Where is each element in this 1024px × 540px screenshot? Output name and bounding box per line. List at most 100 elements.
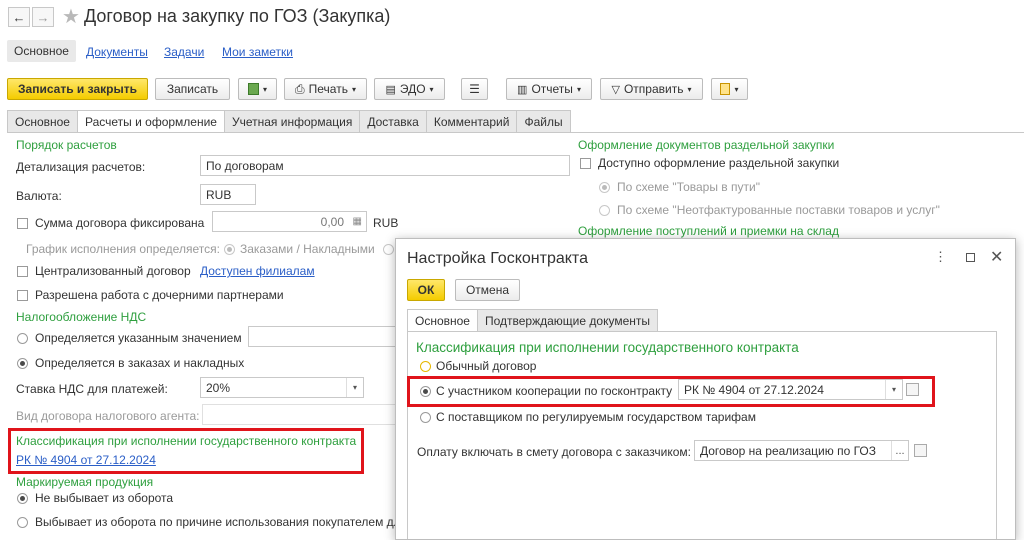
section-payment-order: Порядок расчетов [16, 138, 117, 152]
marked-radio-2[interactable] [17, 517, 28, 528]
back-button[interactable]: ← [8, 7, 30, 27]
create-based-button[interactable]: ▾ [238, 78, 277, 100]
schedule-radio[interactable] [224, 244, 235, 255]
vat-fixed-field[interactable] [248, 326, 398, 347]
arrow-left-icon: ← [12, 9, 26, 25]
forward-button[interactable]: → [32, 7, 54, 27]
nav-link-notes[interactable]: Мои заметки [222, 45, 293, 59]
centralized-label: Централизованный договор [35, 264, 191, 278]
close-icon[interactable]: ✕ [990, 247, 1003, 267]
section-marked-products: Маркируемая продукция [16, 475, 154, 489]
favorite-star-icon[interactable]: ★ [62, 4, 80, 29]
marked-option-1: Не выбывает из оборота [35, 491, 174, 505]
send-icon: ▽ [611, 83, 620, 96]
tab-accounting[interactable]: Учетная информация [223, 110, 361, 132]
edo-button[interactable]: ▤ ЭДО ▾ [374, 78, 445, 100]
send-button[interactable]: ▽ Отправить ▾ [600, 78, 703, 100]
section-separate-purchase: Оформление документов раздельной закупки [578, 138, 835, 152]
dialog-tab-documents[interactable]: Подтверждающие документы [476, 309, 658, 331]
payment-field[interactable]: Договор на реализацию по ГОЗ ... [694, 440, 909, 461]
cancel-button[interactable]: Отмена [455, 279, 520, 301]
regular-contract-radio[interactable] [420, 361, 431, 372]
separate-purchase-checkbox[interactable] [580, 158, 591, 169]
chevron-down-icon: ▾ [687, 84, 692, 94]
edo-icon: ▤ [385, 83, 396, 96]
fixed-sum-checkbox[interactable] [17, 218, 28, 229]
ok-button[interactable]: ОК [407, 279, 445, 301]
schedule-radio-2[interactable] [383, 244, 394, 255]
chevron-down-icon: ▾ [576, 84, 581, 94]
nav-link-documents[interactable]: Документы [86, 45, 148, 59]
printer-icon: ⎙ [295, 81, 305, 96]
separate-purchase-label: Доступно оформление раздельной закупки [598, 156, 840, 170]
more-icon[interactable]: ⋮ [934, 249, 947, 265]
attachment-icon [720, 83, 731, 95]
highlight-frame-left [8, 428, 364, 474]
marked-radio-1[interactable] [17, 493, 28, 504]
dialog-tab-main[interactable]: Основное [407, 309, 478, 332]
reports-icon: ▥ [517, 83, 528, 96]
scheme-option-2: По схеме "Неотфактурованные поставки тов… [617, 203, 940, 217]
fixed-sum-currency: RUB [373, 216, 399, 230]
chevron-down-icon: ▾ [734, 84, 739, 94]
regular-contract-label: Обычный договор [436, 359, 537, 373]
scheme-radio-1[interactable] [599, 182, 610, 193]
marked-option-2: Выбывает из оборота по причине использов… [35, 515, 395, 529]
save-close-button[interactable]: Записать и закрыть [7, 78, 148, 100]
tab-delivery[interactable]: Доставка [359, 110, 427, 132]
tab-files[interactable]: Файлы [516, 110, 571, 132]
maximize-icon[interactable] [966, 253, 975, 262]
reports-button[interactable]: ▥ Отчеты ▾ [506, 78, 592, 100]
nav-link-main[interactable]: Основное [7, 40, 76, 62]
tab-comment[interactable]: Комментарий [425, 110, 518, 132]
schedule-option: Заказами / Накладными [240, 242, 375, 256]
highlight-frame-dialog [407, 376, 935, 407]
nav-link-tasks[interactable]: Задачи [164, 45, 204, 59]
open-icon[interactable] [912, 442, 929, 459]
dialog-title: Настройка Госконтракта [407, 250, 588, 267]
dialog-tabs: Основное Подтверждающие документы [407, 309, 658, 332]
detail-field[interactable]: По договорам [200, 155, 570, 176]
arrow-right-icon: → [36, 9, 50, 25]
tab-settlements[interactable]: Расчеты и оформление [76, 110, 225, 133]
chevron-down-icon: ▾ [262, 84, 267, 94]
calculator-icon[interactable]: ▦ [353, 216, 362, 227]
vat-rate-field[interactable]: 20% ▾ [200, 377, 364, 398]
subsidiaries-label: Разрешена работа с дочерними партнерами [35, 288, 284, 302]
section-vat: Налогообложение НДС [16, 310, 147, 324]
vat-rate-label: Ставка НДС для платежей: [16, 382, 168, 396]
fixed-sum-label: Сумма договора фиксирована [35, 216, 205, 230]
list-icon: ☰ [469, 82, 480, 96]
more-dots-icon[interactable]: ... [891, 441, 908, 460]
scheme-radio-2[interactable] [599, 205, 610, 216]
window-title: Договор на закупку по ГОЗ (Закупка) [84, 6, 391, 26]
tariff-radio[interactable] [420, 412, 431, 423]
vat-option-orders: Определяется в заказах и накладных [35, 356, 245, 370]
chevron-down-icon: ▾ [429, 84, 434, 94]
print-button[interactable]: ⎙ Печать ▾ [284, 78, 367, 100]
agent-field[interactable] [202, 404, 398, 425]
tab-main[interactable]: Основное [7, 110, 78, 132]
section-receipts: Оформление поступлений и приемки на скла… [578, 224, 839, 238]
list-button[interactable]: ☰ [461, 78, 488, 100]
subsidiaries-checkbox[interactable] [17, 290, 28, 301]
payment-label: Оплату включать в смету договора с заказ… [417, 445, 691, 459]
currency-field[interactable]: RUB [200, 184, 256, 205]
create-based-icon [247, 83, 259, 95]
centralized-checkbox[interactable] [17, 266, 28, 277]
vat-radio-fixed[interactable] [17, 333, 28, 344]
scheme-option-1: По схеме "Товары в пути" [617, 180, 760, 194]
save-button[interactable]: Записать [155, 78, 230, 100]
branches-link[interactable]: Доступен филиалам [200, 264, 315, 278]
tabs-divider [7, 132, 1024, 133]
schedule-label: График исполнения определяется: [26, 242, 220, 256]
gos-settings-dialog: Настройка Госконтракта ⋮ ✕ ОК Отмена Осн… [395, 238, 1016, 540]
dialog-section-title: Классификация при исполнении государстве… [416, 340, 799, 355]
fixed-sum-field[interactable]: 0,00 ▦ [212, 211, 367, 232]
chevron-down-icon[interactable]: ▾ [346, 378, 363, 397]
attachments-button[interactable]: ▾ [711, 78, 748, 100]
currency-label: Валюта: [16, 189, 62, 203]
detail-label: Детализация расчетов: [16, 160, 146, 174]
vat-radio-orders[interactable] [17, 358, 28, 369]
agent-label: Вид договора налогового агента: [16, 409, 200, 423]
